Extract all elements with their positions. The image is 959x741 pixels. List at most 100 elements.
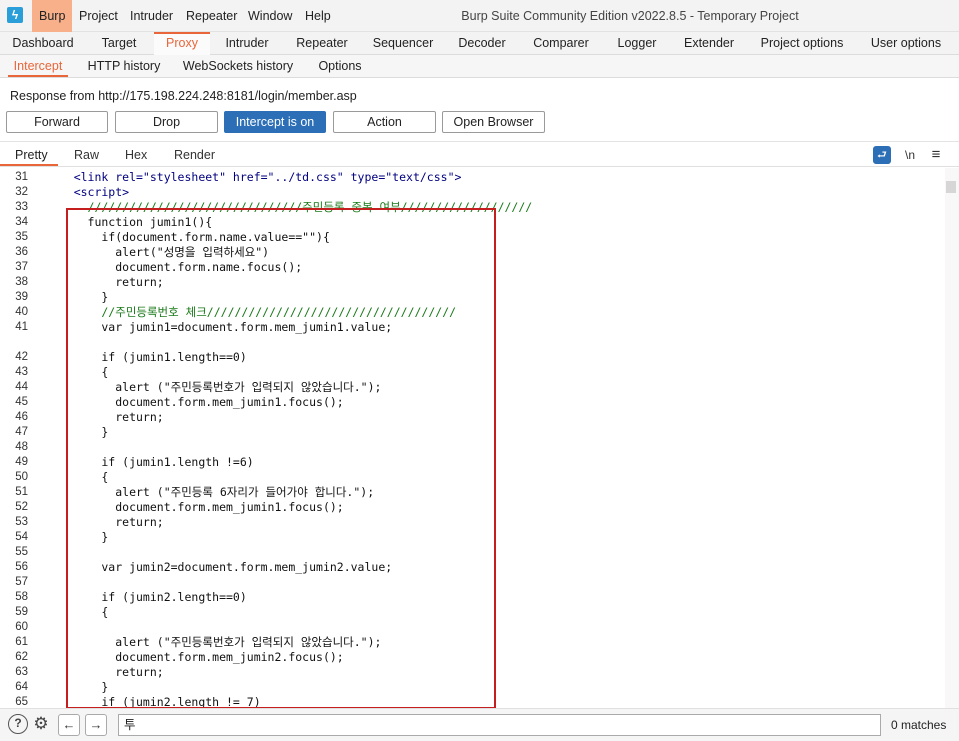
- code-text: }: [46, 425, 109, 439]
- code-text: alert("성명을 입력하세요"): [46, 245, 270, 259]
- tab-dashboard[interactable]: Dashboard: [8, 32, 78, 55]
- code-line: 33 ///////////////////////////////주민등록 중…: [0, 200, 945, 215]
- subtab-intercept[interactable]: Intercept: [8, 55, 68, 77]
- line-number: 54: [15, 531, 28, 543]
- response-info: Response from http://175.198.224.248:818…: [10, 89, 357, 103]
- code-line: 47 }: [0, 425, 945, 440]
- line-number: 49: [15, 456, 28, 468]
- tab-repeater[interactable]: Repeater: [292, 32, 352, 55]
- drop-button[interactable]: Drop: [115, 111, 218, 133]
- menu-project[interactable]: Project: [72, 0, 125, 32]
- code-text: document.form.mem_jumin1.focus();: [46, 395, 344, 409]
- viewtab-render[interactable]: Render: [174, 144, 215, 166]
- viewtab-hex[interactable]: Hex: [125, 144, 147, 166]
- subtab-http-history[interactable]: HTTP history: [86, 55, 162, 77]
- open-browser-button[interactable]: Open Browser: [442, 111, 545, 133]
- line-number: 32: [15, 186, 28, 198]
- arrow-right-icon: →: [89, 717, 103, 732]
- line-number: 37: [15, 261, 28, 273]
- code-text: if(document.form.name.value==""){: [46, 230, 330, 244]
- tab-target[interactable]: Target: [94, 32, 144, 55]
- editor-scrollbar[interactable]: [945, 168, 959, 708]
- code-text: //주민등록번호 체크/////////////////////////////…: [46, 305, 457, 319]
- tab-sequencer[interactable]: Sequencer: [370, 32, 436, 55]
- line-number: 40: [15, 306, 28, 318]
- line-number: 59: [15, 606, 28, 618]
- tab-intruder[interactable]: Intruder: [220, 32, 274, 55]
- message-view-tabs: Pretty Raw Hex Render ⮐ \n ≡: [0, 144, 959, 167]
- menu-burp[interactable]: Burp: [32, 0, 73, 32]
- code-line: 58 if (jumin2.length==0): [0, 590, 945, 605]
- code-line: 62 document.form.mem_jumin2.focus();: [0, 650, 945, 665]
- next-match-button[interactable]: →: [85, 714, 107, 736]
- code-text: if (jumin1.length==0): [46, 350, 247, 364]
- viewtab-raw[interactable]: Raw: [74, 144, 99, 166]
- menu-icon[interactable]: ≡: [927, 146, 945, 164]
- settings-gear-icon[interactable]: ⚙: [31, 714, 51, 734]
- previous-match-button[interactable]: ←: [58, 714, 80, 736]
- code-line: 64 }: [0, 680, 945, 695]
- line-number: 46: [15, 411, 28, 423]
- code-text: return;: [46, 275, 164, 289]
- action-button[interactable]: Action: [333, 111, 436, 133]
- code-text: return;: [46, 515, 164, 529]
- proxy-sub-tab-bar: Intercept HTTP history WebSockets histor…: [0, 55, 959, 78]
- tab-comparer[interactable]: Comparer: [530, 32, 592, 55]
- code-text: alert ("주민등록번호가 입력되지 않았습니다.");: [46, 380, 382, 394]
- code-text: alert ("주민등록 6자리가 들어가야 합니다.");: [46, 485, 375, 499]
- line-number: 41: [15, 321, 28, 333]
- menu-repeater[interactable]: Repeater: [179, 0, 244, 32]
- subtab-options[interactable]: Options: [314, 55, 366, 77]
- line-number: 56: [15, 561, 28, 573]
- tab-user-options[interactable]: User options: [866, 32, 946, 55]
- help-icon[interactable]: ?: [8, 714, 28, 734]
- line-number: 62: [15, 651, 28, 663]
- word-wrap-icon[interactable]: ⮐: [873, 146, 891, 164]
- code-line: 45 document.form.mem_jumin1.focus();: [0, 395, 945, 410]
- tab-extender[interactable]: Extender: [680, 32, 738, 55]
- line-number: 61: [15, 636, 28, 648]
- tab-logger[interactable]: Logger: [612, 32, 662, 55]
- divider: [0, 141, 959, 142]
- scrollbar-thumb[interactable]: [946, 181, 956, 193]
- intercept-toggle-button[interactable]: Intercept is on: [224, 111, 326, 133]
- line-number: 55: [15, 546, 28, 558]
- code-line: 35 if(document.form.name.value==""){: [0, 230, 945, 245]
- code-line: 60: [0, 620, 945, 635]
- code-text: if (jumin1.length !=6): [46, 455, 254, 469]
- code-text: ///////////////////////////////주민등록 중복 여…: [46, 200, 533, 214]
- tab-project-options[interactable]: Project options: [756, 32, 848, 55]
- tab-proxy[interactable]: Proxy: [154, 32, 210, 55]
- line-number: 65: [15, 696, 28, 708]
- tab-decoder[interactable]: Decoder: [454, 32, 510, 55]
- code-line: 53 return;: [0, 515, 945, 530]
- code-text: <link rel="stylesheet" href="../td.css" …: [46, 170, 462, 184]
- code-text: if (jumin2.length==0): [46, 590, 247, 604]
- code-line: 46 return;: [0, 410, 945, 425]
- match-count: 0 matches: [891, 718, 947, 732]
- subtab-websockets-history[interactable]: WebSockets history: [182, 55, 294, 77]
- response-editor[interactable]: 31 <link rel="stylesheet" href="../td.cs…: [0, 168, 945, 708]
- code-line: 51 alert ("주민등록 6자리가 들어가야 합니다.");: [0, 485, 945, 500]
- show-newlines-icon[interactable]: \n: [901, 146, 919, 164]
- code-text: alert ("주민등록번호가 입력되지 않았습니다.");: [46, 635, 382, 649]
- code-text: var jumin1=document.form.mem_jumin1.valu…: [46, 320, 393, 334]
- menu-intruder[interactable]: Intruder: [123, 0, 180, 32]
- code-line: 38 return;: [0, 275, 945, 290]
- code-text: }: [46, 530, 109, 544]
- menu-help[interactable]: Help: [298, 0, 338, 32]
- viewtab-pretty[interactable]: Pretty: [0, 144, 58, 166]
- burp-logo-icon: ϟ: [7, 7, 23, 23]
- forward-button[interactable]: Forward: [6, 111, 108, 133]
- line-number: 38: [15, 276, 28, 288]
- code-text: if (jumin2.length != 7): [46, 695, 261, 708]
- code-line: 40 //주민등록번호 체크//////////////////////////…: [0, 305, 945, 320]
- menu-window[interactable]: Window: [241, 0, 299, 32]
- menu-bar: ϟ Burp Project Intruder Repeater Window …: [0, 0, 959, 32]
- line-number: 50: [15, 471, 28, 483]
- line-number: 45: [15, 396, 28, 408]
- search-input[interactable]: 투: [118, 714, 881, 736]
- line-number: 47: [15, 426, 28, 438]
- code-line: 31 <link rel="stylesheet" href="../td.cs…: [0, 170, 945, 185]
- code-line: 32 <script>: [0, 185, 945, 200]
